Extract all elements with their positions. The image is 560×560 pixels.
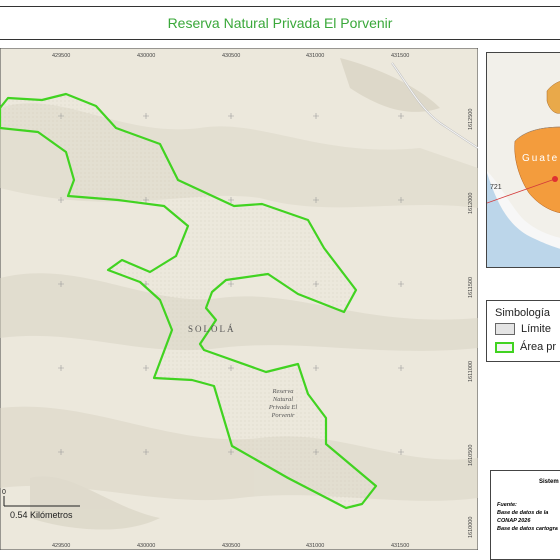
main-map[interactable]: SOLOLÁ Reserva Natural Privada El Porven… <box>0 48 478 550</box>
scale-label: 0.54 Kilómetros <box>10 510 73 520</box>
x-tick-label: 429500 <box>52 53 70 59</box>
map-title: Reserva Natural Privada El Porvenir <box>167 15 393 31</box>
inset-label: Guate <box>522 153 559 164</box>
map-layout: Reserva Natural Privada El Porvenir SOLO… <box>0 0 560 560</box>
x-tick-label: 430500 <box>222 53 240 59</box>
x-tick-label: 431000 <box>306 543 324 549</box>
fuente-line: Base de datos de la <box>497 510 549 516</box>
x-tick-label: 430000 <box>137 543 155 549</box>
legend-label: Límite <box>521 323 551 335</box>
area-label-line: Reserva <box>272 388 294 395</box>
legend-swatch-green <box>495 341 514 353</box>
area-label: Reserva Natural Privada El Porvenir <box>268 388 298 419</box>
scale-zero: 0 <box>2 489 6 496</box>
inset-svg: Guate 721 <box>487 53 560 267</box>
y-tick-label: 1610500 <box>468 445 474 466</box>
x-tick-label: 431500 <box>391 543 409 549</box>
x-tick-label: 429500 <box>52 543 70 549</box>
legend-label: Área pr <box>520 341 557 353</box>
fuente-line: Base de datos cartogra <box>497 526 558 532</box>
legend-swatch-gray <box>495 323 515 335</box>
title-bar: Reserva Natural Privada El Porvenir <box>0 6 560 40</box>
x-tick-label: 430500 <box>222 543 240 549</box>
legend-title: Simbología <box>495 307 551 319</box>
x-tick-label: 431000 <box>306 53 324 59</box>
y-tick-label: 1612000 <box>468 193 474 214</box>
area-label-line: Natural <box>272 396 293 403</box>
y-tick-label: 1611000 <box>468 361 474 382</box>
inset-number: 721 <box>490 184 502 191</box>
y-tick-label: 1611500 <box>468 277 474 298</box>
inset-map[interactable]: Guate 721 <box>486 52 560 268</box>
area-label-line: Privada El <box>268 404 298 411</box>
region-label: SOLOLÁ <box>188 324 236 334</box>
fuente-line: CONAP 2026 <box>497 518 531 524</box>
legend-item-area: Área pr <box>495 341 556 353</box>
x-tick-label: 431500 <box>391 53 409 59</box>
legend: Simbología Límite Área pr <box>486 300 560 362</box>
fuente-line: Fuente: <box>497 502 517 508</box>
info-fuente: Fuente: Base de datos de la CONAP 2026 B… <box>497 501 558 533</box>
info-box: Sistem Fuente: Base de datos de la CONAP… <box>490 470 560 560</box>
x-tick-label: 430000 <box>137 53 155 59</box>
y-tick-label: 1610000 <box>468 517 474 538</box>
y-tick-label: 1612500 <box>468 109 474 130</box>
legend-item-limit: Límite <box>495 323 551 335</box>
area-label-line: Porvenir <box>270 412 295 419</box>
info-sistema: Sistem <box>539 479 559 485</box>
